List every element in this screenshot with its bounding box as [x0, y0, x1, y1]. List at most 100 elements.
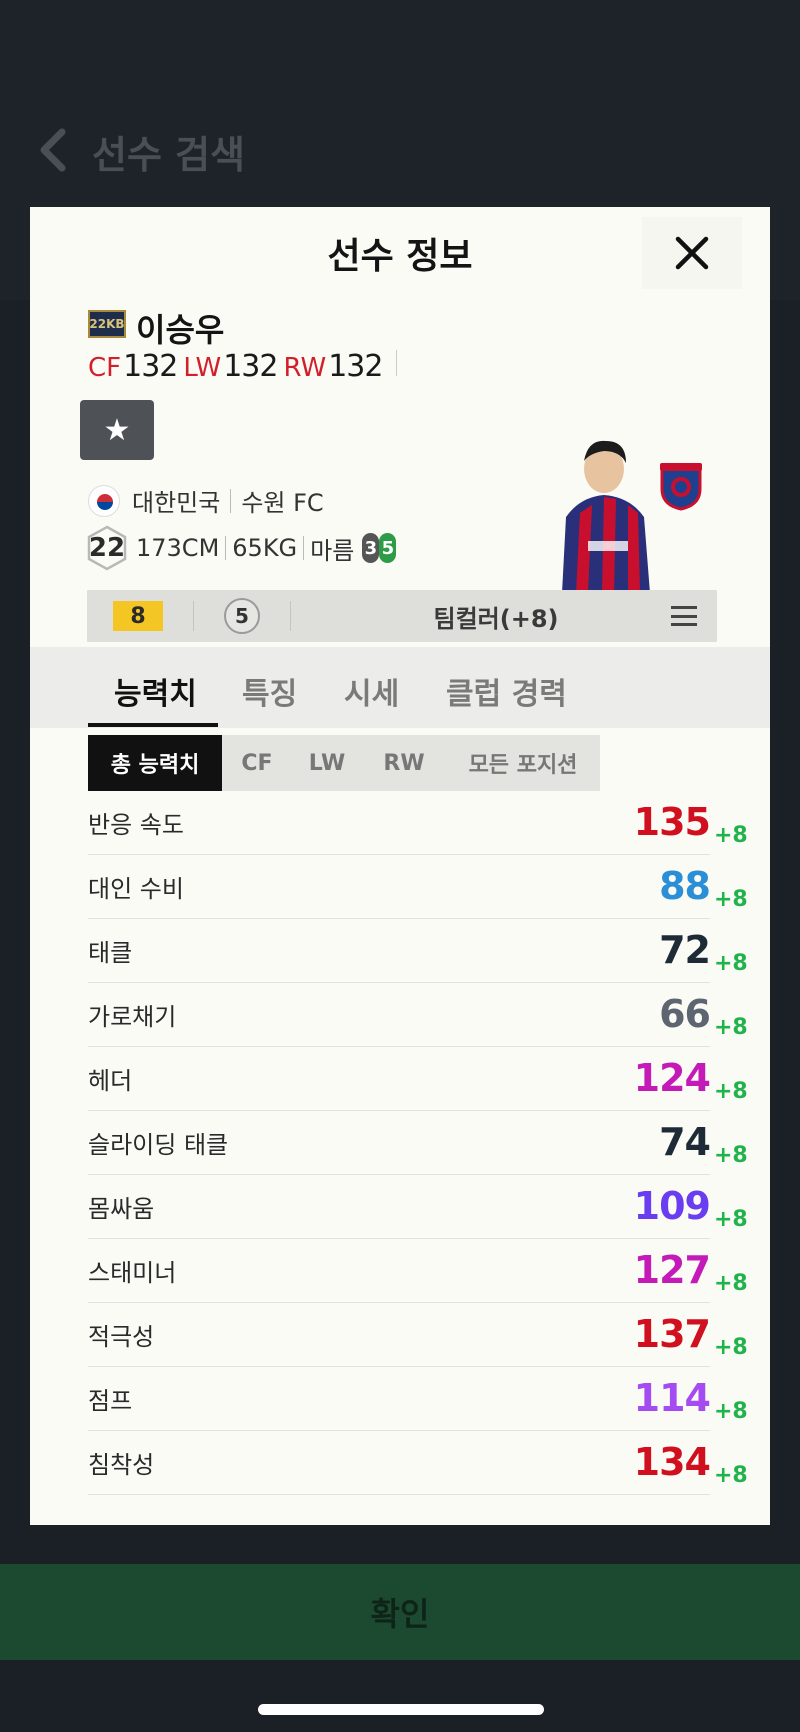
favorite-button[interactable]: ★ [80, 400, 154, 460]
stat-row: 가로채기 66 +8 [88, 983, 748, 1047]
stat-label: 점프 [88, 1387, 133, 1415]
position-label: RW [283, 353, 327, 383]
stat-bonus: +8 [714, 1079, 748, 1104]
season-badge: 22KB [88, 310, 126, 338]
back-arrow-icon[interactable] [36, 128, 70, 172]
club-label: 수원 FC [241, 489, 324, 517]
stat-bonus: +8 [714, 951, 748, 976]
stat-bonus: +8 [714, 1207, 748, 1232]
nation-label: 대한민국 [132, 489, 221, 517]
stat-row: 침착성 134 +8 [88, 1431, 748, 1495]
active-tab-indicator [88, 723, 218, 727]
stat-label: 태클 [88, 939, 133, 967]
stat-bonus: +8 [714, 1463, 748, 1488]
subtab-total[interactable]: 총 능력치 [88, 735, 222, 791]
age-badge: 22 [86, 525, 128, 571]
stat-value: 137 [633, 1312, 711, 1356]
weak-foot-badge: 3 5 [362, 533, 397, 563]
stat-row: 점프 114 +8 [88, 1367, 748, 1431]
stat-row: 스태미너 127 +8 [88, 1239, 748, 1303]
stat-bonus: +8 [714, 1399, 748, 1424]
stat-value: 88 [659, 864, 711, 908]
grade-badge: 8 [113, 601, 163, 631]
stat-label: 가로채기 [88, 1003, 177, 1031]
background-page-title: 선수 검색 [92, 133, 246, 177]
stat-value: 109 [633, 1184, 711, 1228]
tab-price[interactable]: 시세 [344, 669, 399, 713]
player-photo [562, 440, 650, 593]
stats-list[interactable]: 밸런스135+8반응 속도135+8대인 수비88+8태클72+8가로채기66+… [88, 791, 748, 1525]
divider [193, 601, 194, 631]
divider [396, 350, 398, 376]
team-bar: 8 5 팀컬러(+8) [87, 590, 717, 642]
stat-value: 114 [633, 1376, 711, 1420]
stat-row: 헤더 124 +8 [88, 1047, 748, 1111]
stat-value: 135 [633, 800, 711, 844]
stat-label: 반응 속도 [88, 811, 184, 839]
tab-club-history[interactable]: 클럽 경력 [446, 669, 567, 713]
stat-value: 124 [633, 1056, 711, 1100]
team-color-label: 팀컬러(+8) [433, 604, 559, 633]
stat-value: 134 [633, 1440, 711, 1484]
stat-label: 몸싸움 [88, 1195, 155, 1223]
position-value: 132 [223, 349, 278, 384]
stat-value: 72 [659, 928, 711, 972]
stat-row: 몸싸움 109 +8 [88, 1175, 748, 1239]
stat-row: 태클 72 +8 [88, 919, 748, 983]
stat-bonus: +8 [714, 823, 748, 848]
stat-row: 슬라이딩 태클 74 +8 [88, 1111, 748, 1175]
star-icon: ★ [103, 412, 131, 448]
home-indicator [258, 1704, 544, 1715]
body-type-value: 마름 [310, 536, 355, 565]
nation-club-row: 대한민국 수원 FC [88, 483, 324, 518]
confirm-label: 확인 [370, 1595, 430, 1633]
position-value: 132 [328, 349, 383, 384]
close-icon [675, 236, 709, 270]
confirm-button[interactable]: 확인 [0, 1564, 800, 1660]
stat-label: 대인 수비 [88, 875, 184, 903]
subtab-all-positions[interactable]: 모든 포지션 [446, 735, 600, 791]
stat-row: 적극성 137 +8 [88, 1303, 748, 1367]
player-info-modal: 선수 정보 22KB 이승우 CF 132 LW 132 RW 132 ★ 대한… [30, 207, 770, 1525]
stat-bonus: +8 [714, 1335, 748, 1360]
menu-icon[interactable] [671, 606, 697, 626]
reinforce-level-badge: 5 [224, 598, 260, 634]
divider [230, 488, 232, 513]
stat-row: 대인 수비 88 +8 [88, 855, 748, 919]
close-button[interactable] [642, 217, 742, 289]
subtab-cf[interactable]: CF [222, 735, 292, 791]
divider [290, 601, 291, 631]
stat-subtabs: 총 능력치 CF LW RW 모든 포지션 [88, 735, 600, 791]
right-foot-value: 5 [379, 533, 397, 563]
subtab-rw[interactable]: RW [362, 735, 446, 791]
stat-row: 반응 속도 135 +8 [88, 791, 748, 855]
korea-flag-icon [88, 484, 120, 517]
stat-bonus: +8 [714, 1015, 748, 1040]
divider [225, 536, 227, 560]
subtab-lw[interactable]: LW [292, 735, 362, 791]
stat-label: 헤더 [88, 1067, 133, 1095]
stat-bonus: +8 [714, 887, 748, 912]
age-value: 22 [88, 533, 126, 563]
stat-label: 적극성 [88, 1323, 155, 1351]
height-value: 173CM [136, 534, 220, 562]
stat-value: 66 [659, 992, 711, 1036]
stat-label: 스태미너 [88, 1259, 177, 1287]
stat-bonus: +8 [714, 1143, 748, 1168]
tab-stats[interactable]: 능력치 [114, 669, 197, 713]
stat-value: 74 [659, 1120, 711, 1164]
position-ratings: CF 132 LW 132 RW 132 [88, 349, 398, 384]
player-name: 이승우 [136, 311, 225, 349]
weight-value: 65KG [232, 534, 298, 562]
stat-label: 침착성 [88, 1451, 155, 1479]
divider [303, 536, 305, 560]
position-value: 132 [123, 349, 178, 384]
position-label: CF [88, 353, 122, 383]
left-foot-value: 3 [362, 533, 380, 563]
club-logo [660, 463, 702, 511]
position-label: LW [183, 353, 222, 383]
stat-bonus: +8 [714, 1271, 748, 1296]
tab-traits[interactable]: 특징 [242, 669, 297, 713]
stat-value: 127 [633, 1248, 711, 1292]
stat-label: 슬라이딩 태클 [88, 1131, 229, 1159]
